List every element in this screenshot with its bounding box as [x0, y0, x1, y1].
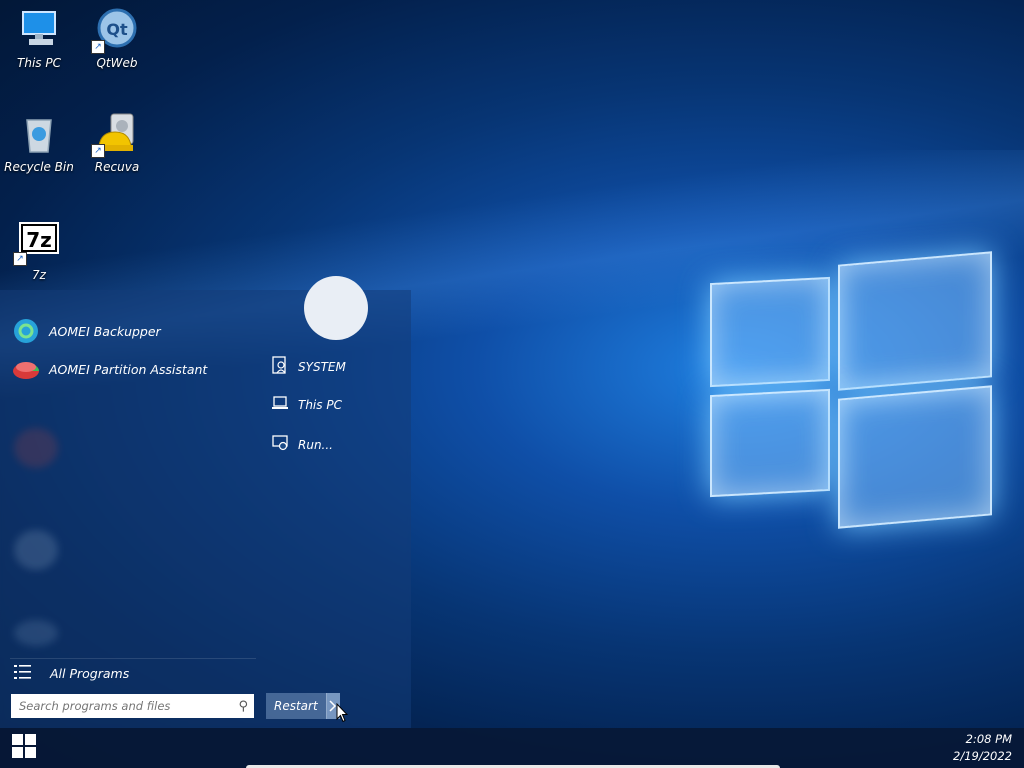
- shortcut-arrow-icon: ↗: [13, 252, 27, 266]
- restart-button[interactable]: Restart: [266, 699, 326, 713]
- program-aomei-backupper[interactable]: AOMEI Backupper: [12, 317, 161, 345]
- svg-text:Qt: Qt: [106, 20, 128, 39]
- desktop-icon-recuva[interactable]: ↗ Recuva: [78, 112, 156, 174]
- clock-time: 2:08 PM: [965, 732, 1012, 746]
- user-folder-icon: [272, 356, 288, 377]
- windows-logo-icon: [12, 734, 36, 762]
- aomei-partition-icon: [12, 355, 40, 383]
- start-menu: AOMEI Backupper AOMEI Partition Assistan…: [0, 276, 411, 728]
- start-button[interactable]: [0, 728, 48, 768]
- taskbar: 2:08 PM 2/19/2022: [0, 728, 1024, 768]
- shortcut-arrow-icon: ↗: [91, 144, 105, 158]
- list-icon: [14, 664, 32, 683]
- recuva-icon: ↗: [91, 112, 139, 158]
- menu-item-this-pc[interactable]: This PC: [272, 396, 342, 413]
- taskbar-clock[interactable]: 2:08 PM 2/19/2022: [953, 731, 1012, 765]
- menu-item-system[interactable]: SYSTEM: [272, 356, 346, 377]
- aomei-backupper-icon: [12, 317, 40, 345]
- 7zip-icon: 7z ↗: [13, 220, 61, 266]
- all-programs-button[interactable]: All Programs: [14, 664, 129, 683]
- recycle-bin-icon: [17, 112, 61, 156]
- search-input[interactable]: [17, 698, 239, 714]
- program-aomei-partition-assistant[interactable]: AOMEI Partition Assistant: [12, 355, 207, 383]
- svg-text:7z: 7z: [26, 228, 52, 252]
- run-icon: [272, 435, 288, 454]
- desktop-icon-this-pc[interactable]: This PC: [0, 8, 78, 70]
- blurred-program-icon: [14, 530, 58, 570]
- menu-divider: [10, 658, 256, 659]
- blurred-program-icon: [14, 428, 58, 468]
- search-icon[interactable]: ⚲: [238, 699, 248, 714]
- desktop-icon-qtweb[interactable]: Qt ↗ QtWeb: [78, 8, 156, 70]
- clock-date: 2/19/2022: [953, 749, 1012, 763]
- laptop-icon: [272, 396, 288, 413]
- user-avatar[interactable]: [304, 276, 368, 340]
- restart-button-group: Restart: [266, 693, 340, 719]
- desktop-icon-7z[interactable]: 7z ↗ 7z: [0, 220, 78, 282]
- search-box[interactable]: ⚲: [11, 694, 254, 718]
- qtweb-icon: Qt ↗: [91, 8, 139, 54]
- wallpaper-windows-logo: [700, 240, 1000, 540]
- computer-icon: [17, 8, 61, 52]
- blurred-program-icon: [14, 620, 58, 646]
- menu-item-run[interactable]: Run...: [272, 435, 333, 454]
- start-menu-program-list: AOMEI Backupper AOMEI Partition Assistan…: [0, 290, 256, 728]
- shortcut-arrow-icon: ↗: [91, 40, 105, 54]
- desktop-icon-recycle-bin[interactable]: Recycle Bin: [0, 112, 78, 174]
